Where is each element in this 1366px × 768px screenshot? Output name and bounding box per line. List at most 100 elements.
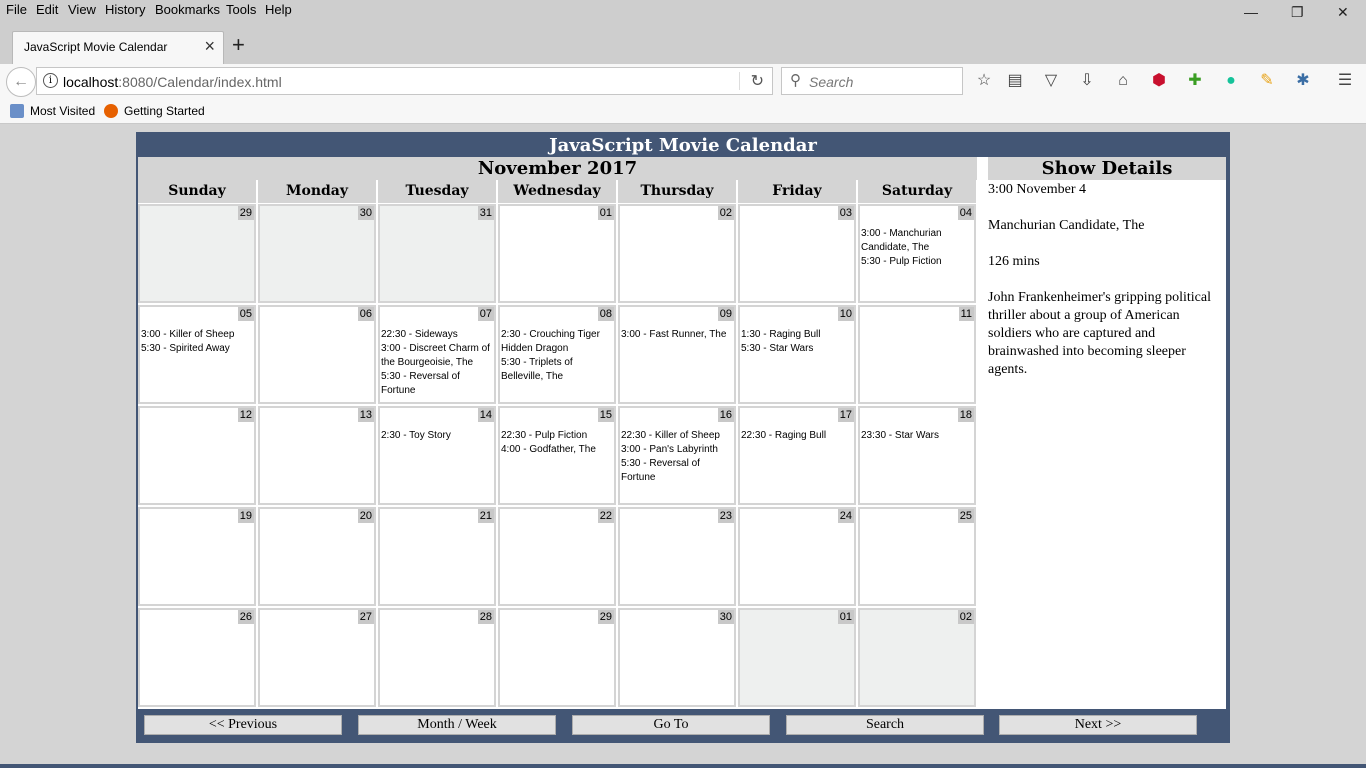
previous-button[interactable]: << Previous	[144, 715, 342, 735]
day-cell[interactable]: 30	[618, 608, 736, 707]
bookmark-star-icon[interactable]: ☆	[973, 70, 995, 92]
tab-close-icon[interactable]: ×	[204, 36, 215, 57]
extension-icon[interactable]: ✎	[1256, 70, 1278, 92]
day-cell[interactable]: 11	[858, 305, 976, 404]
day-cell[interactable]: 02	[858, 608, 976, 707]
download-icon[interactable]: ⇩	[1076, 70, 1098, 92]
menu-edit[interactable]: Edit	[36, 2, 58, 17]
new-tab-icon[interactable]: +	[232, 34, 245, 56]
event-item[interactable]: 3:00 - Killer of Sheep	[141, 328, 255, 342]
day-cell[interactable]: 08 2:30 - Crouching Tiger Hidden Dragon 5:…	[498, 305, 616, 404]
day-cell[interactable]: 02	[618, 204, 736, 303]
day-number: 10	[837, 307, 854, 321]
day-cell[interactable]: 03	[738, 204, 856, 303]
back-arrow-icon[interactable]: ←	[6, 67, 36, 97]
day-cell[interactable]: 29	[138, 204, 256, 303]
event-item[interactable]: 22:30 - Raging Bull	[741, 429, 855, 443]
event-item[interactable]: 3:00 - Discreet Charm of the Bourgeoisie…	[381, 342, 495, 370]
event-item[interactable]: 3:00 - Fast Runner, The	[621, 328, 735, 342]
event-item[interactable]: 22:30 - Pulp Fiction	[501, 429, 615, 443]
day-cell[interactable]: 09 3:00 - Fast Runner, The	[618, 305, 736, 404]
day-cell[interactable]: 04 3:00 - Manchurian Candidate, The 5:30 -…	[858, 204, 976, 303]
event-item[interactable]: 3:00 - Pan's Labyrinth	[621, 443, 735, 457]
event-item[interactable]: 2:30 - Toy Story	[381, 429, 495, 443]
day-number: 29	[237, 206, 254, 220]
tools-icon[interactable]: ✱	[1292, 70, 1314, 92]
menu-view[interactable]: View	[68, 2, 96, 17]
show-details-header: Show Details	[988, 157, 1226, 180]
day-cell[interactable]: 18 23:30 - Star Wars	[858, 406, 976, 505]
day-cell[interactable]: 15 22:30 - Pulp Fiction 4:00 - Godfather, …	[498, 406, 616, 505]
event-item[interactable]: 22:30 - Killer of Sheep	[621, 429, 735, 443]
day-cell[interactable]: 13	[258, 406, 376, 505]
event-item[interactable]: 3:00 - Manchurian Candidate, The	[861, 227, 975, 255]
day-cell[interactable]: 30	[258, 204, 376, 303]
day-number: 09	[717, 307, 734, 321]
menu-bookmarks[interactable]: Bookmarks	[155, 2, 220, 17]
day-cell[interactable]: 01	[498, 204, 616, 303]
day-number: 21	[477, 509, 494, 523]
goto-button[interactable]: Go To	[572, 715, 770, 735]
event-list: 2:30 - Toy Story	[381, 429, 495, 443]
day-cell[interactable]: 20	[258, 507, 376, 606]
day-cell[interactable]: 28	[378, 608, 496, 707]
info-icon[interactable]: i	[43, 73, 58, 88]
pocket-icon[interactable]: ▽	[1040, 70, 1062, 92]
month-week-button[interactable]: Month / Week	[358, 715, 556, 735]
tab-active[interactable]: JavaScript Movie Calendar ×	[12, 31, 224, 64]
menu-history[interactable]: History	[105, 2, 145, 17]
day-cell[interactable]: 25	[858, 507, 976, 606]
event-item[interactable]: 2:30 - Crouching Tiger Hidden Dragon	[501, 328, 615, 356]
hamburger-menu-icon[interactable]: ☰	[1334, 70, 1356, 92]
day-cell[interactable]: 24	[738, 507, 856, 606]
puzzle-icon[interactable]: ✚	[1184, 70, 1206, 92]
home-icon[interactable]: ⌂	[1112, 70, 1134, 92]
reader-list-icon[interactable]: ▤	[1004, 70, 1026, 92]
adblock-icon[interactable]: ⬢	[1148, 70, 1170, 92]
url-bar[interactable]: i localhost:8080/Calendar/index.html ↻	[36, 67, 773, 95]
day-cell[interactable]: 27	[258, 608, 376, 707]
day-cell[interactable]: 14 2:30 - Toy Story	[378, 406, 496, 505]
day-cell[interactable]: 12	[138, 406, 256, 505]
event-item[interactable]: 5:30 - Triplets of Belleville, The	[501, 356, 615, 384]
next-button[interactable]: Next >>	[999, 715, 1197, 735]
day-cell[interactable]: 10 1:30 - Raging Bull 5:30 - Star Wars	[738, 305, 856, 404]
search-bar[interactable]: ⚲ Search	[781, 67, 963, 95]
day-cell[interactable]: 22	[498, 507, 616, 606]
day-cell[interactable]: 01	[738, 608, 856, 707]
day-number: 01	[597, 206, 614, 220]
bookmark-getting-started[interactable]: Getting Started	[104, 104, 205, 118]
event-item[interactable]: 4:00 - Godfather, The	[501, 443, 615, 457]
day-cell[interactable]: 23	[618, 507, 736, 606]
day-cell[interactable]: 19	[138, 507, 256, 606]
event-item[interactable]: 5:30 - Pulp Fiction	[861, 255, 975, 269]
bookmark-most-visited[interactable]: Most Visited	[10, 104, 95, 118]
day-cell[interactable]: 21	[378, 507, 496, 606]
menu-help[interactable]: Help	[265, 2, 292, 17]
close-window-icon[interactable]: ✕	[1337, 4, 1349, 21]
day-cell[interactable]: 17 22:30 - Raging Bull	[738, 406, 856, 505]
day-cell[interactable]: 06	[258, 305, 376, 404]
event-item[interactable]: 22:30 - Sideways	[381, 328, 495, 342]
bookmark-label: Getting Started	[124, 104, 205, 118]
event-item[interactable]: 5:30 - Reversal of Fortune	[621, 457, 735, 485]
grammarly-icon[interactable]: ●	[1220, 70, 1242, 92]
event-item[interactable]: 23:30 - Star Wars	[861, 429, 975, 443]
day-number: 16	[717, 408, 734, 422]
restore-icon[interactable]: ❐	[1291, 4, 1304, 21]
day-cell[interactable]: 05 3:00 - Killer of Sheep 5:30 - Spirited …	[138, 305, 256, 404]
reload-icon[interactable]: ↻	[751, 71, 764, 91]
day-cell[interactable]: 16 22:30 - Killer of Sheep 3:00 - Pan's La…	[618, 406, 736, 505]
minimize-icon[interactable]: —	[1244, 4, 1258, 20]
event-item[interactable]: 5:30 - Spirited Away	[141, 342, 255, 356]
day-cell[interactable]: 07 22:30 - Sideways 3:00 - Discreet Charm …	[378, 305, 496, 404]
menu-tools[interactable]: Tools	[226, 2, 256, 17]
search-button[interactable]: Search	[786, 715, 984, 735]
day-cell[interactable]: 31	[378, 204, 496, 303]
menu-file[interactable]: File	[6, 2, 27, 17]
day-cell[interactable]: 29	[498, 608, 616, 707]
day-cell[interactable]: 26	[138, 608, 256, 707]
event-item[interactable]: 5:30 - Reversal of Fortune	[381, 370, 495, 398]
event-item[interactable]: 5:30 - Star Wars	[741, 342, 855, 356]
event-item[interactable]: 1:30 - Raging Bull	[741, 328, 855, 342]
